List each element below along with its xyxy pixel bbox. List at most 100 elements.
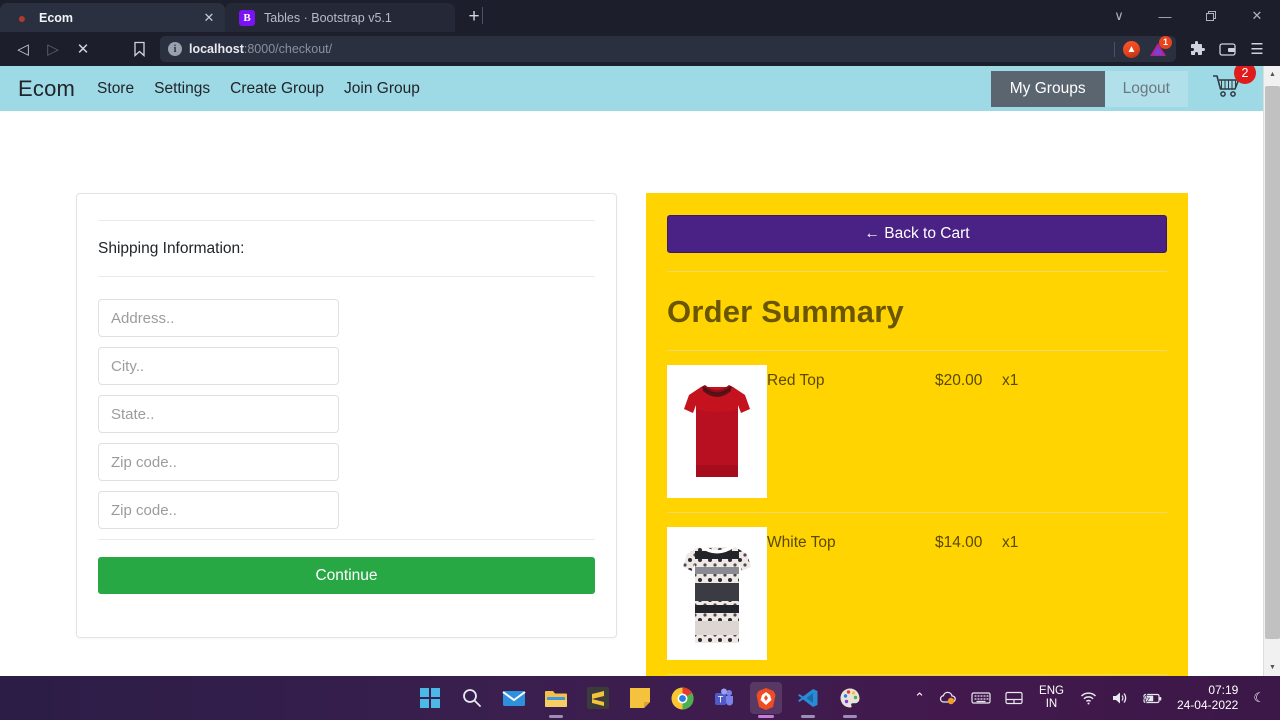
tab-bootstrap[interactable]: B Tables · Bootstrap v5.1 xyxy=(225,3,455,32)
scrollbar-thumb[interactable] xyxy=(1265,86,1280,639)
nav-item-join-group[interactable]: Join Group xyxy=(344,80,420,98)
search-icon[interactable] xyxy=(456,682,488,714)
battery-glyph xyxy=(1142,692,1162,704)
extension-badge: 1 xyxy=(1159,35,1172,49)
order-summary-panel: ← Back to Cart Order Summary Red Top $20… xyxy=(646,193,1188,676)
brave-lion-glyph xyxy=(756,687,776,710)
nav-item-store[interactable]: Store xyxy=(97,80,134,98)
back-to-cart-button[interactable]: ← Back to Cart xyxy=(667,215,1167,253)
onedrive-glyph xyxy=(939,691,956,705)
continue-button[interactable]: Continue xyxy=(98,557,595,594)
menu-icon[interactable]: ☰ xyxy=(1242,35,1272,63)
browser-toolbar: ◁ ▷ ✕ i localhost:8000/checkout/ ▲ 1 ☰ xyxy=(0,32,1280,66)
state-input[interactable] xyxy=(98,395,339,433)
red-top-thumbnail xyxy=(667,365,767,498)
stop-icon[interactable]: ✕ xyxy=(68,35,98,63)
clock[interactable]: 07:19 24-04-2022 xyxy=(1169,676,1246,720)
teams-glyph: T xyxy=(715,688,733,706)
address-bar-actions: ▲ 1 xyxy=(1114,35,1172,58)
tab-strip: ● Ecom ✕ B Tables · Bootstrap v5.1 + ∨ —… xyxy=(0,0,1280,32)
clock-time: 07:19 xyxy=(1208,683,1239,697)
vscode-icon[interactable] xyxy=(792,682,824,718)
nav-item-create-group[interactable]: Create Group xyxy=(230,80,324,98)
tray-overflow-icon[interactable]: ⌃ xyxy=(907,676,932,720)
onedrive-icon[interactable] xyxy=(932,676,964,720)
tab-ecom[interactable]: ● Ecom ✕ xyxy=(0,3,225,32)
site-info-icon[interactable]: i xyxy=(168,42,182,56)
close-icon[interactable]: ✕ xyxy=(201,10,217,26)
start-button[interactable] xyxy=(414,682,446,714)
brand-logo[interactable]: Ecom xyxy=(18,76,75,102)
order-item-price: $20.00 xyxy=(935,372,983,389)
taskbar-apps: T xyxy=(414,682,866,718)
windows-taskbar: T ⌃ ENG IN 07:19 24-04-2022 ☾ xyxy=(0,676,1280,720)
close-window-button[interactable]: ✕ xyxy=(1234,0,1280,32)
brave-shields-icon[interactable]: ▲ xyxy=(1123,40,1140,58)
site-navbar: Ecom Store Settings Create Group Join Gr… xyxy=(0,66,1280,111)
address-input[interactable] xyxy=(98,299,339,337)
page-scrollbar[interactable]: ▲ ▼ xyxy=(1263,66,1280,676)
zipcode-input-2[interactable] xyxy=(98,491,339,529)
vscode-glyph xyxy=(798,689,818,707)
zipcode-input[interactable] xyxy=(98,443,339,481)
extensions-icon[interactable] xyxy=(1182,35,1212,63)
my-groups-button[interactable]: My Groups xyxy=(990,70,1105,107)
volume-icon[interactable] xyxy=(1104,676,1135,720)
teams-icon[interactable]: T xyxy=(708,682,740,714)
wallet-icon[interactable] xyxy=(1212,35,1242,63)
keyboard-icon[interactable] xyxy=(964,676,998,720)
wifi-icon[interactable] xyxy=(1073,676,1104,720)
chrome-icon[interactable] xyxy=(666,682,698,714)
paint-icon[interactable] xyxy=(834,682,866,718)
sublime-text-icon[interactable] xyxy=(582,682,614,714)
extension-icon[interactable]: 1 xyxy=(1148,35,1172,58)
shipping-information-label: Shipping Information: xyxy=(98,240,245,257)
tab-title: Ecom xyxy=(39,10,74,25)
back-icon[interactable]: ◁ xyxy=(8,35,38,63)
shipping-fields xyxy=(98,277,595,529)
system-tray: ⌃ ENG IN 07:19 24-04-2022 ☾ xyxy=(907,676,1272,720)
page-content: Shipping Information: Continue ← Back to… xyxy=(0,111,1280,676)
cart-badge: 2 xyxy=(1234,66,1256,84)
magnifier-glyph xyxy=(463,689,481,707)
divider-bottom xyxy=(98,539,595,540)
language-line-2: IN xyxy=(1045,698,1058,710)
wallet-glyph xyxy=(1218,42,1236,56)
puzzle-glyph xyxy=(1191,41,1205,55)
cart-button[interactable]: 2 xyxy=(1212,66,1256,104)
navbar-right: My Groups Logout 2 xyxy=(990,66,1264,107)
touchpad-icon[interactable] xyxy=(998,676,1030,720)
red-top-image xyxy=(667,365,767,498)
window-controls: ∨ — ✕ xyxy=(1096,0,1280,32)
scroll-up-icon[interactable]: ▲ xyxy=(1264,66,1280,83)
city-input[interactable] xyxy=(98,347,339,385)
bookmark-icon[interactable] xyxy=(124,35,154,63)
new-tab-button[interactable]: + xyxy=(459,3,489,31)
minimize-button[interactable]: — xyxy=(1142,0,1188,32)
palette-glyph xyxy=(840,688,860,708)
account-button-group: My Groups Logout xyxy=(990,70,1188,107)
sticky-notes-icon[interactable] xyxy=(624,682,656,714)
running-indicator xyxy=(801,715,815,718)
scroll-down-icon[interactable]: ▼ xyxy=(1264,659,1280,676)
note-glyph xyxy=(630,688,650,708)
notifications-icon[interactable]: ☾ xyxy=(1246,676,1272,720)
battery-icon[interactable] xyxy=(1135,676,1169,720)
running-indicator xyxy=(843,715,857,718)
maximize-button[interactable] xyxy=(1188,0,1234,32)
touchpad-glyph xyxy=(1005,691,1023,705)
nav-item-settings[interactable]: Settings xyxy=(154,80,210,98)
forward-icon[interactable]: ▷ xyxy=(38,35,68,63)
file-explorer-icon[interactable] xyxy=(540,682,572,718)
divider xyxy=(1114,41,1115,57)
keyboard-glyph xyxy=(971,692,991,704)
language-indicator[interactable]: ENG IN xyxy=(1030,676,1073,720)
tab-search-icon[interactable]: ∨ xyxy=(1096,0,1142,32)
logout-button[interactable]: Logout xyxy=(1104,70,1188,107)
bookmark-glyph xyxy=(133,41,145,57)
url-text: localhost:8000/checkout/ xyxy=(189,42,332,56)
address-bar[interactable]: i localhost:8000/checkout/ ▲ 1 xyxy=(160,35,1176,62)
mail-icon[interactable] xyxy=(498,682,530,714)
order-summary-title: Order Summary xyxy=(667,294,904,329)
brave-icon[interactable] xyxy=(750,682,782,718)
